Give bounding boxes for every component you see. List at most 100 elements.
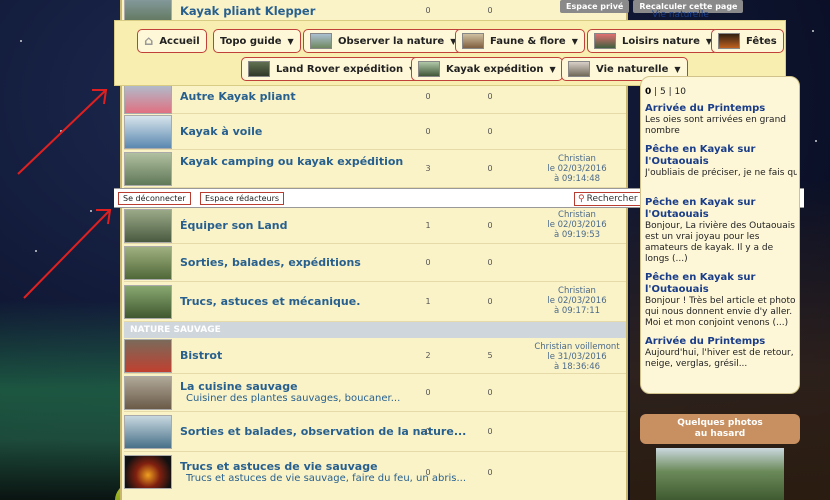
nav-thumb — [418, 61, 440, 77]
recent-post-excerpt: Les oies sont arrivées en grand nombre — [645, 115, 786, 136]
recent-post[interactable]: Pêche en Kayak sur l'Outaouais Bonjour !… — [645, 272, 797, 329]
forum-row[interactable]: Kayak à voile 0 0 — [124, 114, 626, 150]
last-post-author: Christian voillemont — [534, 342, 620, 352]
nav-home[interactable]: ⌂ Accueil — [137, 29, 207, 53]
forum-title[interactable]: Autre Kayak pliant — [180, 90, 626, 103]
last-post-date: le 31/03/2016 — [547, 352, 607, 362]
star — [20, 40, 22, 42]
last-post: Christian voillemont le 31/03/2016 à 18:… — [522, 342, 632, 372]
forum-description: Cuisiner des plantes sauvages, boucaner.… — [186, 393, 401, 404]
forum-thumb — [124, 114, 172, 149]
star — [35, 250, 37, 252]
forum-description: Trucs et astuces de vie sauvage, faire d… — [186, 472, 466, 484]
pager-item[interactable]: 10 — [675, 87, 686, 97]
forum-row[interactable]: Kayak pliant Klepper 0 0 — [124, 0, 626, 28]
random-photo[interactable] — [656, 448, 784, 500]
forum-row[interactable]: Sorties et balades, observation de la na… — [124, 412, 626, 452]
forum-title[interactable]: La cuisine sauvage — [180, 380, 626, 393]
nav-label: Observer la nature — [338, 35, 445, 47]
nav-thumb — [462, 33, 484, 49]
forum-row[interactable]: Kayak camping ou kayak expédition 3 0 Ch… — [124, 150, 626, 188]
post-count: 0 — [487, 127, 493, 136]
random-photos-title: Quelques photos au hasard — [677, 418, 763, 439]
recent-post-title[interactable]: Pêche en Kayak sur l'Outaouais — [645, 144, 797, 168]
nav-label: Accueil — [159, 35, 200, 47]
last-post-author: Christian — [558, 154, 596, 164]
nav-leisure[interactable]: Loisirs nature ▼ — [587, 29, 720, 53]
forum-title[interactable]: Kayak à voile — [180, 125, 626, 138]
recent-post[interactable]: Pêche en Kayak sur l'Outaouais Bonjour, … — [645, 197, 797, 265]
private-space-button[interactable]: Espace privé — [560, 0, 630, 13]
post-count: 0 — [487, 388, 493, 397]
side-top-link[interactable]: Vie naturelle — [652, 10, 709, 20]
forum-thumb — [124, 151, 172, 186]
chevron-down-icon: ▼ — [674, 64, 681, 74]
forum-thumb — [124, 284, 172, 319]
nav-kayak[interactable]: Kayak expédition ▼ — [411, 57, 563, 81]
last-post-time: à 18:36:46 — [553, 362, 601, 372]
pager-item[interactable]: 0 — [645, 87, 651, 97]
topic-count: 0 — [425, 127, 431, 136]
forum-thumb — [124, 208, 172, 243]
nav-fetes[interactable]: Fêtes — [711, 29, 784, 53]
editors-space-button[interactable]: Espace rédacteurs — [200, 192, 285, 205]
recent-post[interactable]: Pêche en Kayak sur l'Outaouais J'oubliai… — [645, 144, 797, 190]
forum-thumb — [124, 375, 172, 410]
topic-count: 0 — [425, 6, 431, 15]
recent-post-title[interactable]: Arrivée du Printemps — [645, 336, 797, 348]
last-post-author: Christian — [558, 210, 596, 220]
topic-count: 0 — [425, 427, 431, 436]
chevron-down-icon: ▼ — [549, 64, 556, 74]
post-count: 0 — [487, 221, 493, 230]
recent-post-excerpt: J'oubliais de préciser, je ne fais que — [645, 168, 797, 178]
topic-count: 0 — [425, 388, 431, 397]
forum-title[interactable]: Trucs et astuces de vie sauvage — [180, 460, 626, 473]
forum-row[interactable]: Trucs, astuces et mécanique. 1 0 Christi… — [124, 282, 626, 322]
random-photos-header: Quelques photos au hasard — [640, 414, 800, 444]
last-post-author: Christian — [558, 286, 596, 296]
recent-post-title[interactable]: Pêche en Kayak sur l'Outaouais — [645, 272, 797, 296]
forum-thumb — [124, 414, 172, 449]
last-post: Christian le 02/03/2016 à 09:19:53 — [522, 210, 632, 240]
recent-post[interactable]: Arrivée du Printemps Les oies sont arriv… — [645, 103, 797, 137]
post-count: 0 — [487, 6, 493, 15]
nav-label: Vie naturelle — [596, 63, 669, 75]
home-icon: ⌂ — [144, 33, 154, 49]
background-aurora — [0, 300, 130, 500]
last-post: Christian le 02/03/2016 à 09:17:11 — [522, 286, 632, 316]
nav-observe[interactable]: Observer la nature ▼ — [303, 29, 464, 53]
nav-landrover[interactable]: Land Rover expédition ▼ — [241, 57, 423, 81]
recent-post-title[interactable]: Arrivée du Printemps — [645, 103, 797, 115]
nav-thumb — [594, 33, 616, 49]
nav-label: Faune & flore — [490, 35, 566, 47]
annotation-arrow — [17, 89, 107, 175]
logout-button[interactable]: Se déconnecter — [118, 192, 191, 205]
annotation-arrowhead — [96, 209, 112, 225]
forum-thumb — [124, 338, 172, 373]
post-count: 5 — [487, 351, 493, 360]
last-post-time: à 09:17:11 — [553, 306, 601, 316]
recent-post[interactable]: Arrivée du Printemps Aujourd'hui, l'hive… — [645, 336, 797, 370]
nav-topo[interactable]: Topo guide ▼ — [213, 29, 301, 53]
nav-label: Kayak expédition — [446, 63, 544, 75]
pager-item[interactable]: 5 — [660, 87, 666, 97]
star — [90, 210, 92, 212]
forum-title[interactable]: Sorties et balades, observation de la na… — [180, 425, 626, 439]
nav-label: Land Rover expédition — [276, 63, 404, 75]
forum-row[interactable]: La cuisine sauvage Cuisiner des plantes … — [124, 374, 626, 412]
forum-row[interactable]: Trucs et astuces de vie sauvage Trucs et… — [124, 452, 626, 492]
recent-post-title[interactable]: Pêche en Kayak sur l'Outaouais — [645, 197, 797, 221]
nav-fauna[interactable]: Faune & flore ▼ — [455, 29, 585, 53]
forum-row[interactable]: Bistrot 2 5 Christian voillemont le 31/0… — [124, 338, 626, 374]
post-count: 0 — [487, 297, 493, 306]
recent-posts-sidebar: 0 | 5 | 10 Arrivée du Printemps Les oies… — [640, 76, 800, 394]
annotation-arrow — [23, 209, 111, 299]
chevron-down-icon: ▼ — [571, 36, 578, 46]
post-count: 0 — [487, 427, 493, 436]
last-post-time: à 09:19:53 — [553, 230, 601, 240]
topic-count: 1 — [425, 297, 431, 306]
forum-row[interactable]: Sorties, balades, expéditions 0 0 — [124, 244, 626, 282]
forum-row[interactable]: Équiper son Land 1 0 Christian le 02/03/… — [124, 208, 626, 244]
forum-title[interactable]: Sorties, balades, expéditions — [180, 256, 626, 269]
recent-post-excerpt: Bonjour ! Très bel article et photo qui … — [645, 296, 796, 328]
